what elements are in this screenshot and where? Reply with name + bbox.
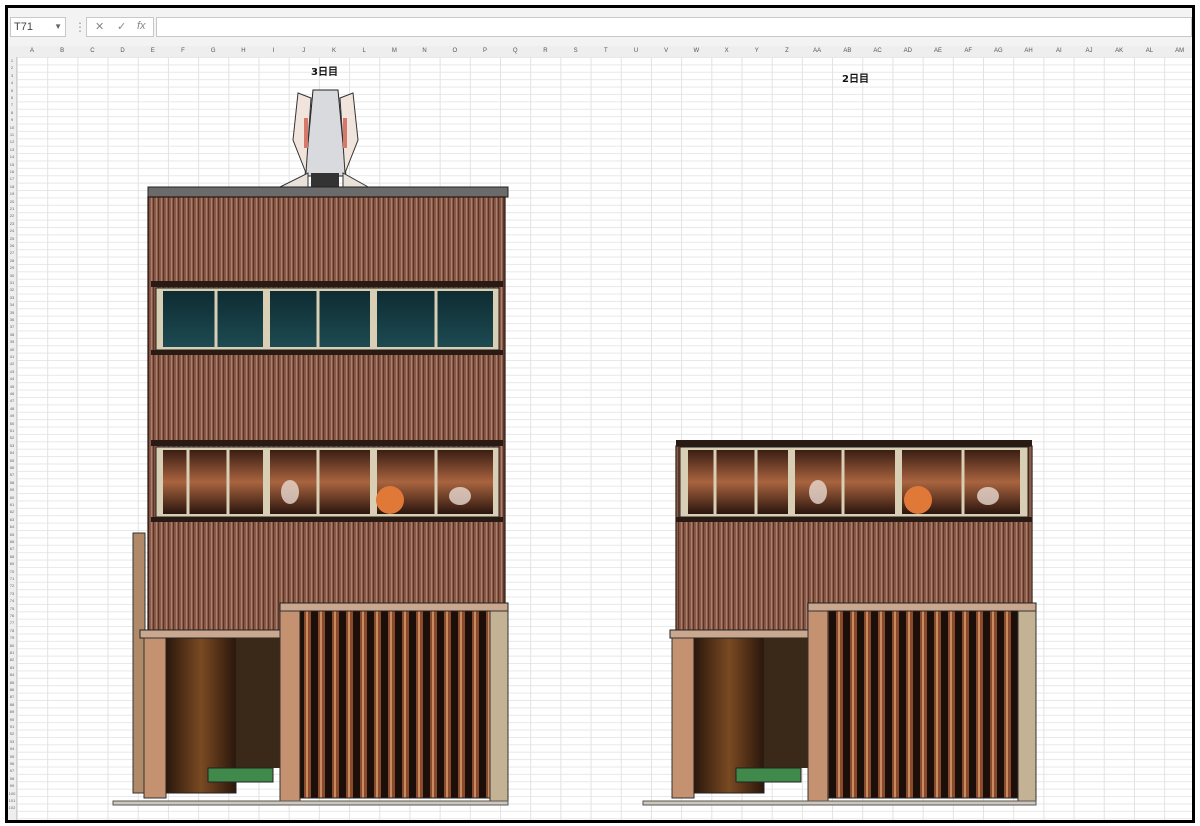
wooden-lattice (299, 610, 491, 799)
excel-window: T71 ▼ ⋮ ✕ ✓ fx ABCDEFGHIJKLMNOPQRSTUVWXYZ… (5, 5, 1195, 823)
facade-wall (147, 196, 506, 636)
building-day3 (112, 89, 509, 806)
building-drawings (112, 89, 1037, 806)
roof-edge (676, 440, 1032, 446)
door-mat (735, 767, 802, 783)
rooftop-ornament (277, 89, 372, 189)
wooden-lattice (827, 610, 1019, 799)
roof-slab (147, 186, 509, 198)
building-day2 (642, 440, 1037, 806)
door-mat (207, 767, 274, 783)
